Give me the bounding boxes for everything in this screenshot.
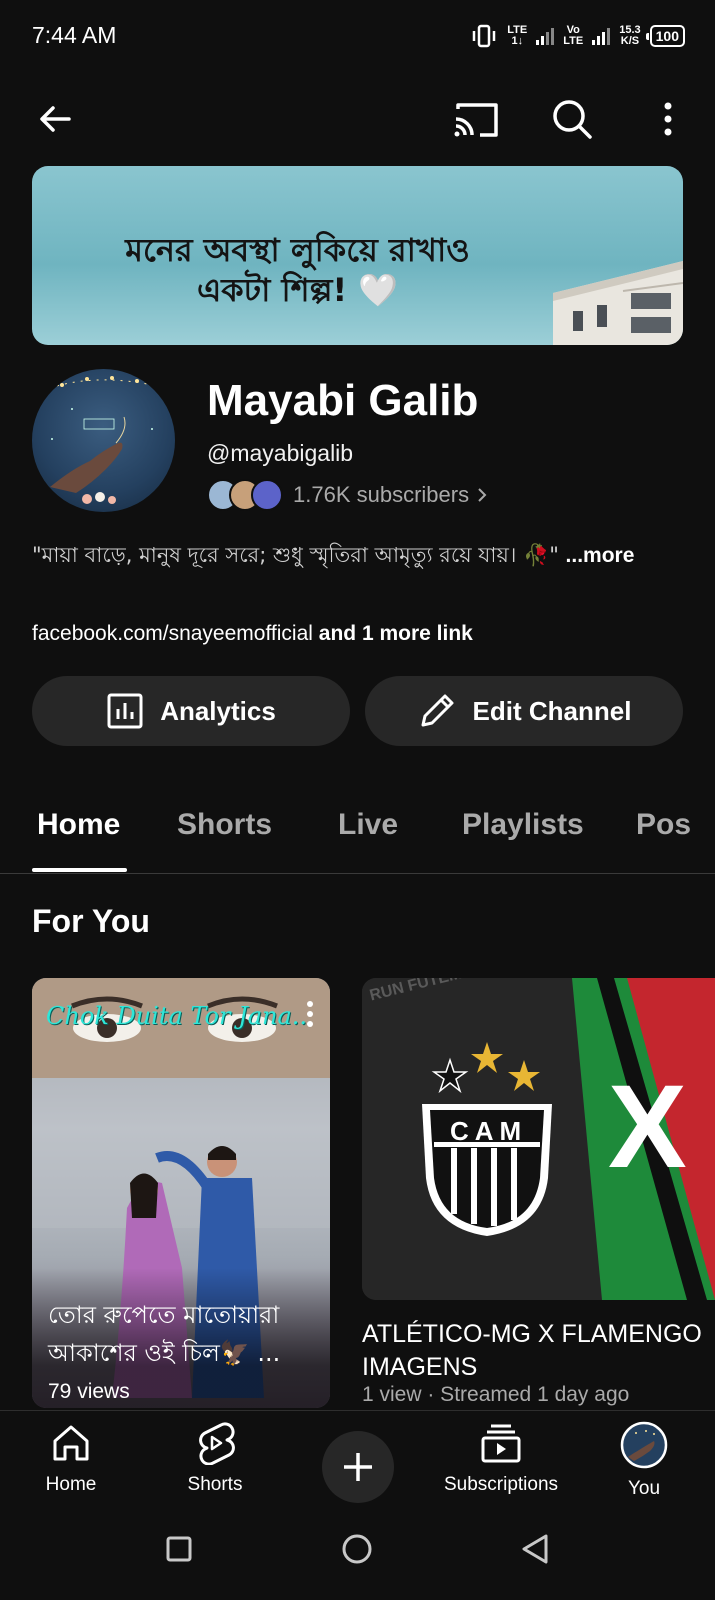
subscriber-count-label: 1.76K subscribers <box>293 482 470 507</box>
analytics-label: Analytics <box>160 695 276 726</box>
status-bar: 7:44 AM LTE 1↓ Vo LTE 15.3 K/S 100 <box>0 0 715 72</box>
more-options-button[interactable] <box>640 91 696 147</box>
channel-tabs: Home Shorts Live Playlists Pos <box>0 782 715 874</box>
tab-shorts[interactable]: Shorts <box>177 808 272 842</box>
bottom-navigation: Home Shorts Subscriptions You <box>0 1410 715 1514</box>
subscriber-count: 1.76K subscribers <box>293 482 487 508</box>
home-icon <box>53 1425 89 1461</box>
back-button[interactable] <box>27 91 83 147</box>
tab-home[interactable]: Home <box>37 808 120 842</box>
nav-shorts-label: Shorts <box>187 1474 243 1495</box>
banner-line-2: একটা শিল্প! 🤍 <box>196 271 399 309</box>
active-tab-indicator <box>32 868 127 872</box>
circle-icon <box>342 1534 372 1564</box>
primary-link[interactable]: facebook.com/snayeemofficial <box>32 622 313 645</box>
pencil-icon <box>421 694 454 727</box>
status-time: 7:44 AM <box>32 22 117 48</box>
thumb-x-text: X <box>608 1061 687 1193</box>
chevron-right-icon <box>478 488 487 502</box>
thumb-cam-text: CAM <box>450 1116 528 1146</box>
short-title: তোর রুপেতে মাতোয়ারা আকাশের ওই চিল🦅 ... <box>48 1301 281 1367</box>
nav-subscriptions-label: Subscriptions <box>443 1474 559 1495</box>
short-card[interactable]: Chok Duita Tor Jana.. তোর রুপেতে মাতোয়া… <box>32 978 330 1408</box>
channel-banner: মনের অবস্থা লুকিয়ে রাখাও একটা শিল্প! 🤍 <box>32 166 683 345</box>
tab-posts[interactable]: Pos <box>636 808 691 842</box>
banner-line-1: মনের অবস্থা লুকিয়ে রাখাও <box>125 231 470 269</box>
triangle-back-icon <box>522 1534 548 1564</box>
search-icon <box>553 100 592 139</box>
avatar-image <box>41 376 163 504</box>
square-icon <box>166 1536 192 1562</box>
cast-button[interactable] <box>448 91 504 147</box>
network-speed: 15.3 K/S <box>619 25 640 47</box>
battery-icon: 100 <box>645 25 685 47</box>
top-app-bar <box>0 86 715 152</box>
recents-button[interactable] <box>164 1534 194 1564</box>
search-button[interactable] <box>544 91 600 147</box>
volte-sub-label: LTE <box>563 35 584 47</box>
section-title: For You <box>32 903 150 939</box>
nav-you[interactable]: You <box>574 1421 714 1500</box>
more-links[interactable]: and 1 more link <box>319 622 473 645</box>
subscriber-avatar <box>251 479 283 511</box>
back-system-button[interactable] <box>518 1532 552 1566</box>
more-link[interactable]: ...more <box>566 544 635 567</box>
lte-indicator-1: LTE 1↓ <box>507 25 527 47</box>
lte-sub-label: 1↓ <box>511 35 524 47</box>
nav-you-label: You <box>627 1478 661 1499</box>
channel-links[interactable]: facebook.com/snayeemofficial and 1 more … <box>32 622 473 646</box>
volte-indicator: Vo LTE <box>563 25 583 47</box>
more-vert-icon <box>307 1001 313 1027</box>
subscribers-row[interactable]: 1.76K subscribers <box>207 478 487 512</box>
analytics-button[interactable]: Analytics <box>32 676 350 746</box>
building-image <box>553 261 683 345</box>
nav-shorts[interactable]: Shorts <box>145 1421 285 1496</box>
system-navigation-bar <box>0 1514 715 1600</box>
video-thumbnail[interactable]: RUN FUTEMAX CAM X <box>362 978 715 1300</box>
card-menu-button[interactable] <box>306 1000 314 1033</box>
signal-icon-1 <box>536 27 555 45</box>
short-views: 79 views <box>48 1380 130 1403</box>
nav-subscriptions[interactable]: Subscriptions <box>431 1421 571 1496</box>
description-text: "মায়া বাড়ে, মানুষ দূরে সরে; শুধু স্মৃত… <box>32 543 559 567</box>
cast-icon <box>454 103 498 137</box>
channel-name: Mayabi Galib <box>207 376 479 425</box>
video-meta: 1 view · Streamed 1 day ago <box>362 1383 630 1406</box>
analytics-icon <box>107 693 143 729</box>
channel-avatar[interactable] <box>32 369 175 512</box>
nav-home-label: Home <box>45 1474 97 1495</box>
tab-live[interactable]: Live <box>338 808 398 842</box>
subscriptions-icon <box>481 1424 521 1463</box>
short-overlay-text: Chok Duita Tor Jana.. <box>46 1002 308 1030</box>
edit-channel-button[interactable]: Edit Channel <box>365 676 683 746</box>
battery-level: 100 <box>655 28 679 44</box>
create-button[interactable] <box>322 1431 394 1503</box>
more-vert-icon <box>664 102 672 136</box>
status-icons: LTE 1↓ Vo LTE 15.3 K/S 100 <box>470 22 685 50</box>
tab-playlists[interactable]: Playlists <box>462 808 584 842</box>
speed-unit: K/S <box>620 35 640 47</box>
signal-icon-2 <box>592 27 611 45</box>
video-title-line-1: ATLÉTICO-MG X FLAMENGO <box>362 1320 702 1348</box>
nav-home[interactable]: Home <box>1 1421 141 1496</box>
channel-description[interactable]: "মায়া বাড়ে, মানুষ দূরে সরে; শুধু স্মৃত… <box>32 539 672 572</box>
video-title-line-2: IMAGENS <box>362 1353 478 1381</box>
plus-icon <box>344 1453 372 1481</box>
shorts-icon <box>199 1422 235 1466</box>
vibrate-icon <box>473 24 496 48</box>
profile-avatar-icon <box>620 1421 668 1469</box>
banner-quote: মনের অবস্থা লুকিয়ে রাখাও একটা শিল্প! 🤍 <box>32 230 563 310</box>
back-arrow-icon <box>40 106 71 132</box>
edit-channel-label: Edit Channel <box>472 695 632 726</box>
video-title: ATLÉTICO-MG X FLAMENGO IMAGENS <box>362 1318 715 1384</box>
home-system-button[interactable] <box>340 1532 374 1566</box>
channel-handle: @mayabigalib <box>207 440 354 466</box>
